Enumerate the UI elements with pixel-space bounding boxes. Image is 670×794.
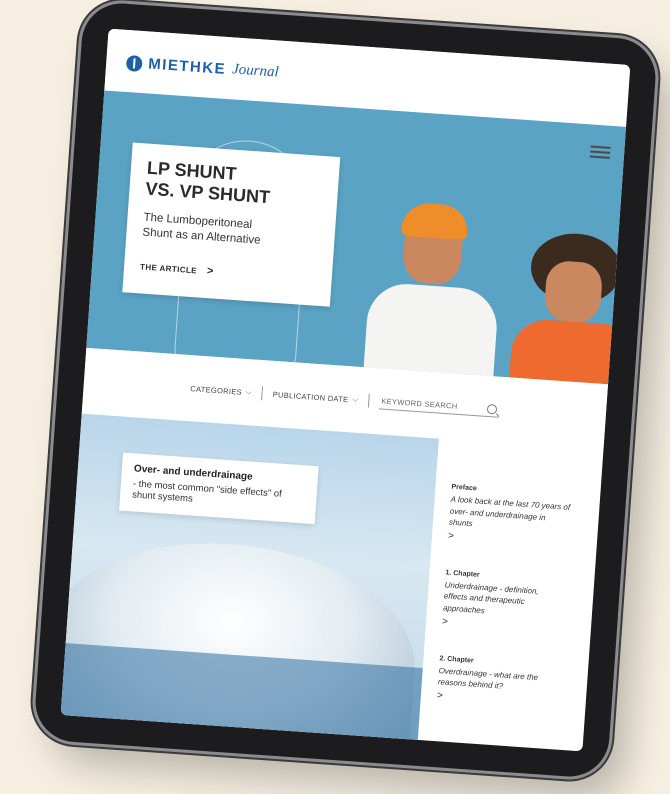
chevron-right-icon: > bbox=[206, 265, 215, 278]
hero-person-right bbox=[504, 229, 627, 385]
feature-image: Over- and underdrainage - the most commo… bbox=[60, 413, 439, 752]
hero-title: LP SHUNT VS. VP SHUNT bbox=[144, 157, 271, 207]
chevron-down-icon: ⌵ bbox=[245, 387, 253, 397]
chapter-item-2[interactable]: 2. Chapter Overdrainage - what are the r… bbox=[437, 655, 560, 709]
divider bbox=[367, 393, 370, 408]
hero-section: LP SHUNT VS. VP SHUNT The Lumboperitoneal… bbox=[86, 90, 627, 385]
search-icon[interactable] bbox=[487, 403, 498, 415]
chapter-list: Preface A look back at the last 70 years… bbox=[435, 484, 572, 738]
publication-date-dropdown[interactable]: PUBLICATION DATE ⌵ bbox=[272, 389, 358, 405]
logo-icon bbox=[125, 54, 143, 72]
hero-article-card[interactable]: LP SHUNT VS. VP SHUNT The Lumboperitoneal… bbox=[122, 142, 341, 307]
feature-card[interactable]: Over- and underdrainage - the most commo… bbox=[119, 452, 319, 524]
categories-dropdown[interactable]: CATEGORIES ⌵ bbox=[190, 383, 252, 397]
the-article-link[interactable]: THE ARTICLE > bbox=[140, 261, 318, 285]
hero-subtitle: The Lumboperitoneal Shunt as an Alternati… bbox=[142, 211, 261, 248]
keyword-search-input[interactable]: KEYWORD SEARCH bbox=[378, 393, 500, 418]
tablet-screen: MIETHKE Journal LP SHUNT VS. VP SHUNT The… bbox=[60, 28, 631, 752]
chevron-down-icon: ⌵ bbox=[352, 394, 359, 404]
hamburger-menu-icon[interactable] bbox=[589, 143, 611, 162]
brand-name: MIETHKE bbox=[147, 55, 227, 78]
journal-label: Journal bbox=[231, 61, 280, 81]
site-logo[interactable]: MIETHKE Journal bbox=[125, 54, 280, 82]
hero-person-left bbox=[355, 199, 517, 385]
tablet-device: MIETHKE Journal LP SHUNT VS. VP SHUNT The… bbox=[32, 0, 659, 780]
article-feature: Over- and underdrainage - the most commo… bbox=[60, 413, 604, 752]
divider bbox=[261, 386, 264, 401]
chapter-item-1[interactable]: 1. Chapter Underdrainage - definition, e… bbox=[442, 569, 566, 635]
chapter-item-preface[interactable]: Preface A look back at the last 70 years… bbox=[448, 484, 572, 550]
